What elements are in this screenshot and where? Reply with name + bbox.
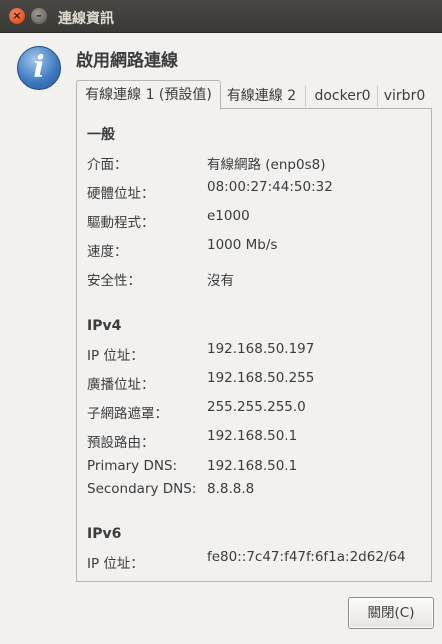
security-value: 沒有	[207, 273, 234, 289]
page-title: 啟用網路連線	[76, 51, 178, 71]
broadcast-value: 192.168.50.255	[207, 370, 315, 386]
tab-separator	[377, 86, 378, 106]
primary-dns-label: Primary DNS:	[87, 458, 178, 474]
hardware-address-label: 硬體位址：	[87, 186, 155, 202]
subnet-mask-label: 子網路遮罩：	[87, 406, 168, 422]
ipv6-address-label: IP 位址：	[87, 556, 144, 572]
speed-value: 1000 Mb/s	[207, 237, 278, 253]
window-title: 連線資訊	[58, 11, 114, 27]
ipv4-section-title: IPv4	[87, 318, 122, 334]
speed-label: 速度：	[87, 244, 128, 260]
ipv6-section-title: IPv6	[87, 526, 122, 542]
tab-wired-2[interactable]: 有線連線 2	[222, 84, 301, 108]
tab-wired-1[interactable]: 有線連線 1 (預設值)	[76, 80, 221, 110]
title-bar[interactable]: × – 連線資訊	[0, 0, 442, 33]
info-icon: i	[17, 46, 61, 90]
tab-docker0[interactable]: docker0	[309, 84, 376, 108]
broadcast-label: 廣播位址：	[87, 377, 155, 393]
security-label: 安全性：	[87, 273, 141, 289]
hardware-address-value: 08:00:27:44:50:32	[207, 179, 333, 195]
general-section-title: 一般	[87, 127, 115, 143]
tab-separator	[305, 86, 306, 106]
tab-virbr0[interactable]: virbr0	[379, 84, 430, 108]
primary-dns-value: 192.168.50.1	[207, 458, 298, 474]
default-route-value: 192.168.50.1	[207, 428, 298, 444]
window-minimize-icon[interactable]: –	[31, 8, 47, 24]
driver-value: e1000	[207, 208, 250, 224]
ipv6-address-value: fe80::7c47:f47f:6f1a:2d62/64	[207, 549, 406, 565]
interface-label: 介面：	[87, 157, 128, 173]
driver-label: 驅動程式：	[87, 215, 155, 231]
subnet-mask-value: 255.255.255.0	[207, 399, 306, 415]
close-button[interactable]: 關閉(C)	[348, 597, 434, 629]
secondary-dns-label: Secondary DNS:	[87, 481, 197, 497]
connection-info-window: × – 連線資訊 i 啟用網路連線 有線連線 1 (預設值) 有線連線 2 do…	[0, 0, 442, 644]
default-route-label: 預設路由：	[87, 435, 155, 451]
secondary-dns-value: 8.8.8.8	[207, 481, 255, 497]
window-close-icon[interactable]: ×	[9, 8, 25, 24]
ipv4-address-label: IP 位址：	[87, 348, 144, 364]
ipv4-address-value: 192.168.50.197	[207, 341, 315, 357]
interface-value: 有線網路 (enp0s8)	[207, 157, 326, 173]
